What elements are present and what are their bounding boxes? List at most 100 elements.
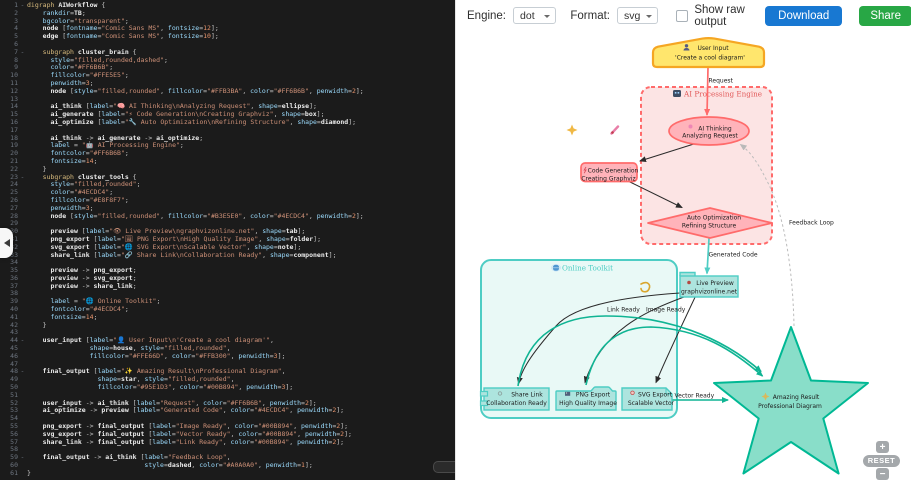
fold-spacer <box>18 283 27 291</box>
share-button[interactable]: Share <box>859 6 911 26</box>
robot-icon <box>673 90 681 97</box>
node-final-output: Amazing Result Professional Diagram <box>714 327 868 474</box>
fold-spacer <box>18 111 27 119</box>
code-line[interactable]: 50 fillcolor="#95E1D3", color="#00B894",… <box>0 384 455 392</box>
fold-spacer <box>18 135 27 143</box>
graph-svg: AI Processing Engine Online Toolkit <box>456 31 905 480</box>
fold-spacer <box>18 205 27 213</box>
fold-spacer <box>18 10 27 18</box>
fold-spacer <box>18 80 27 88</box>
node-user-input-line1: User Input <box>697 45 729 52</box>
code-line[interactable]: 41 fontsize=14; <box>0 314 455 322</box>
code-editor[interactable]: 1-digraph AIWorkflow {2 rankdir=TB;3 bgc… <box>0 0 455 480</box>
fold-spacer <box>18 189 27 197</box>
format-select[interactable]: svg <box>617 7 658 24</box>
fold-toggle-icon[interactable]: - <box>18 49 27 57</box>
fold-spacer <box>18 423 27 431</box>
code-line[interactable]: 60 style=dashed, color="#A0A0A0", penwid… <box>0 462 455 470</box>
fold-spacer <box>18 127 27 135</box>
edge-label-vector-ready: Vector Ready <box>675 393 715 400</box>
zoom-reset-button[interactable]: RESET <box>863 455 900 467</box>
eye-icon <box>687 281 691 285</box>
node-ai-optimize-line1: Auto Optimization <box>687 215 741 222</box>
fold-spacer <box>18 314 27 322</box>
code-line[interactable]: 21 fontsize=14; <box>0 158 455 166</box>
fold-spacer <box>18 306 27 314</box>
chevron-down-icon <box>646 15 652 21</box>
fold-spacer <box>18 57 27 65</box>
fold-spacer <box>18 88 27 96</box>
fold-spacer <box>18 290 27 298</box>
fold-spacer <box>18 244 27 252</box>
fold-spacer <box>18 415 27 423</box>
code-line[interactable]: 42 } <box>0 322 455 330</box>
rocket-decoration-icon <box>611 127 618 134</box>
code-line[interactable]: 33 share_link [label="🔗 Share Link\nColl… <box>0 252 455 260</box>
edge-label-link-ready: Link Ready <box>607 307 640 314</box>
code-line[interactable]: 16 ai_optimize [label="🔧 Auto Optimizati… <box>0 119 455 127</box>
node-ai-generate-line2: Creating Graphviz <box>581 175 635 182</box>
code-line[interactable]: 46 fillcolor="#FFE66D", color="#FFB300",… <box>0 353 455 361</box>
format-value: svg <box>624 10 640 22</box>
code-line[interactable]: 5 edge [fontname="Comic Sans MS", fontsi… <box>0 33 455 41</box>
fold-toggle-icon[interactable]: - <box>18 2 27 10</box>
cluster-brain-title: AI Processing Engine <box>673 90 762 99</box>
fold-toggle-icon[interactable]: - <box>18 337 27 345</box>
fold-spacer <box>18 142 27 150</box>
edge-label-feedback-loop: Feedback Loop <box>789 220 834 227</box>
fold-toggle-icon[interactable]: - <box>18 454 27 462</box>
fold-spacer <box>18 252 27 260</box>
fold-spacer <box>18 158 27 166</box>
code-line[interactable]: 28 node [style="filled,rounded", fillcol… <box>0 213 455 221</box>
code-line[interactable]: 57 share_link -> final_output [label="Li… <box>0 439 455 447</box>
fold-spacer <box>18 439 27 447</box>
node-ai-generate: Code Generation Creating Graphviz <box>581 163 639 182</box>
zoom-out-button[interactable]: − <box>876 468 889 480</box>
fold-spacer <box>18 470 27 478</box>
fold-spacer <box>18 267 27 275</box>
node-svg-export-line2: Scalable Vector <box>628 400 675 407</box>
engine-value: dot <box>520 10 535 22</box>
fold-spacer <box>18 103 27 111</box>
collapse-editor-button[interactable] <box>0 228 13 258</box>
preview-toolbar: Engine: dot Format: svg Show raw output … <box>456 0 911 32</box>
show-raw-output-checkbox[interactable] <box>676 10 688 22</box>
fold-spacer <box>18 298 27 306</box>
zoom-in-button[interactable]: + <box>876 441 889 453</box>
code-line[interactable]: 37 preview -> share_link; <box>0 283 455 291</box>
fold-toggle-icon[interactable]: - <box>18 368 27 376</box>
code-line[interactable]: 61} <box>0 470 455 478</box>
fold-spacer <box>18 18 27 26</box>
node-preview: Live Preview graphvizonline.net <box>680 273 738 298</box>
edge-label-image-ready: Image Ready <box>646 307 686 314</box>
fold-spacer <box>18 25 27 33</box>
fold-spacer <box>18 462 27 470</box>
fold-spacer <box>18 322 27 330</box>
picture-icon <box>565 392 570 396</box>
fold-spacer <box>18 345 27 353</box>
node-share-link-line1: Share Link <box>511 391 543 398</box>
fold-spacer <box>18 220 27 228</box>
engine-select[interactable]: dot <box>513 7 556 24</box>
fold-spacer <box>18 64 27 72</box>
code-line[interactable]: 53 ai_optimize -> preview [label="Genera… <box>0 407 455 415</box>
download-button[interactable]: Download <box>765 6 842 26</box>
edge-label-generated-code: Generated Code <box>709 252 758 259</box>
code-line[interactable]: 12 node [style="filled,rounded", fillcol… <box>0 88 455 96</box>
brain-icon <box>689 125 693 129</box>
node-ai-think-line1: AI Thinking <box>698 126 732 133</box>
fold-spacer <box>18 407 27 415</box>
fold-spacer <box>18 96 27 104</box>
fold-spacer <box>18 72 27 80</box>
fold-spacer <box>18 197 27 205</box>
code-lines: 1-digraph AIWorkflow {2 rankdir=TB;3 bgc… <box>0 0 455 478</box>
node-final-output-line1: Amazing Result <box>773 394 820 401</box>
fold-spacer <box>18 213 27 221</box>
node-png-export-line1: PNG Export <box>576 391 611 398</box>
fold-spacer <box>18 33 27 41</box>
fold-spacer <box>18 150 27 158</box>
graph-canvas[interactable]: AI Processing Engine Online Toolkit <box>456 31 911 480</box>
fold-toggle-icon[interactable]: - <box>18 174 27 182</box>
fold-spacer <box>18 228 27 236</box>
fold-spacer <box>18 376 27 384</box>
